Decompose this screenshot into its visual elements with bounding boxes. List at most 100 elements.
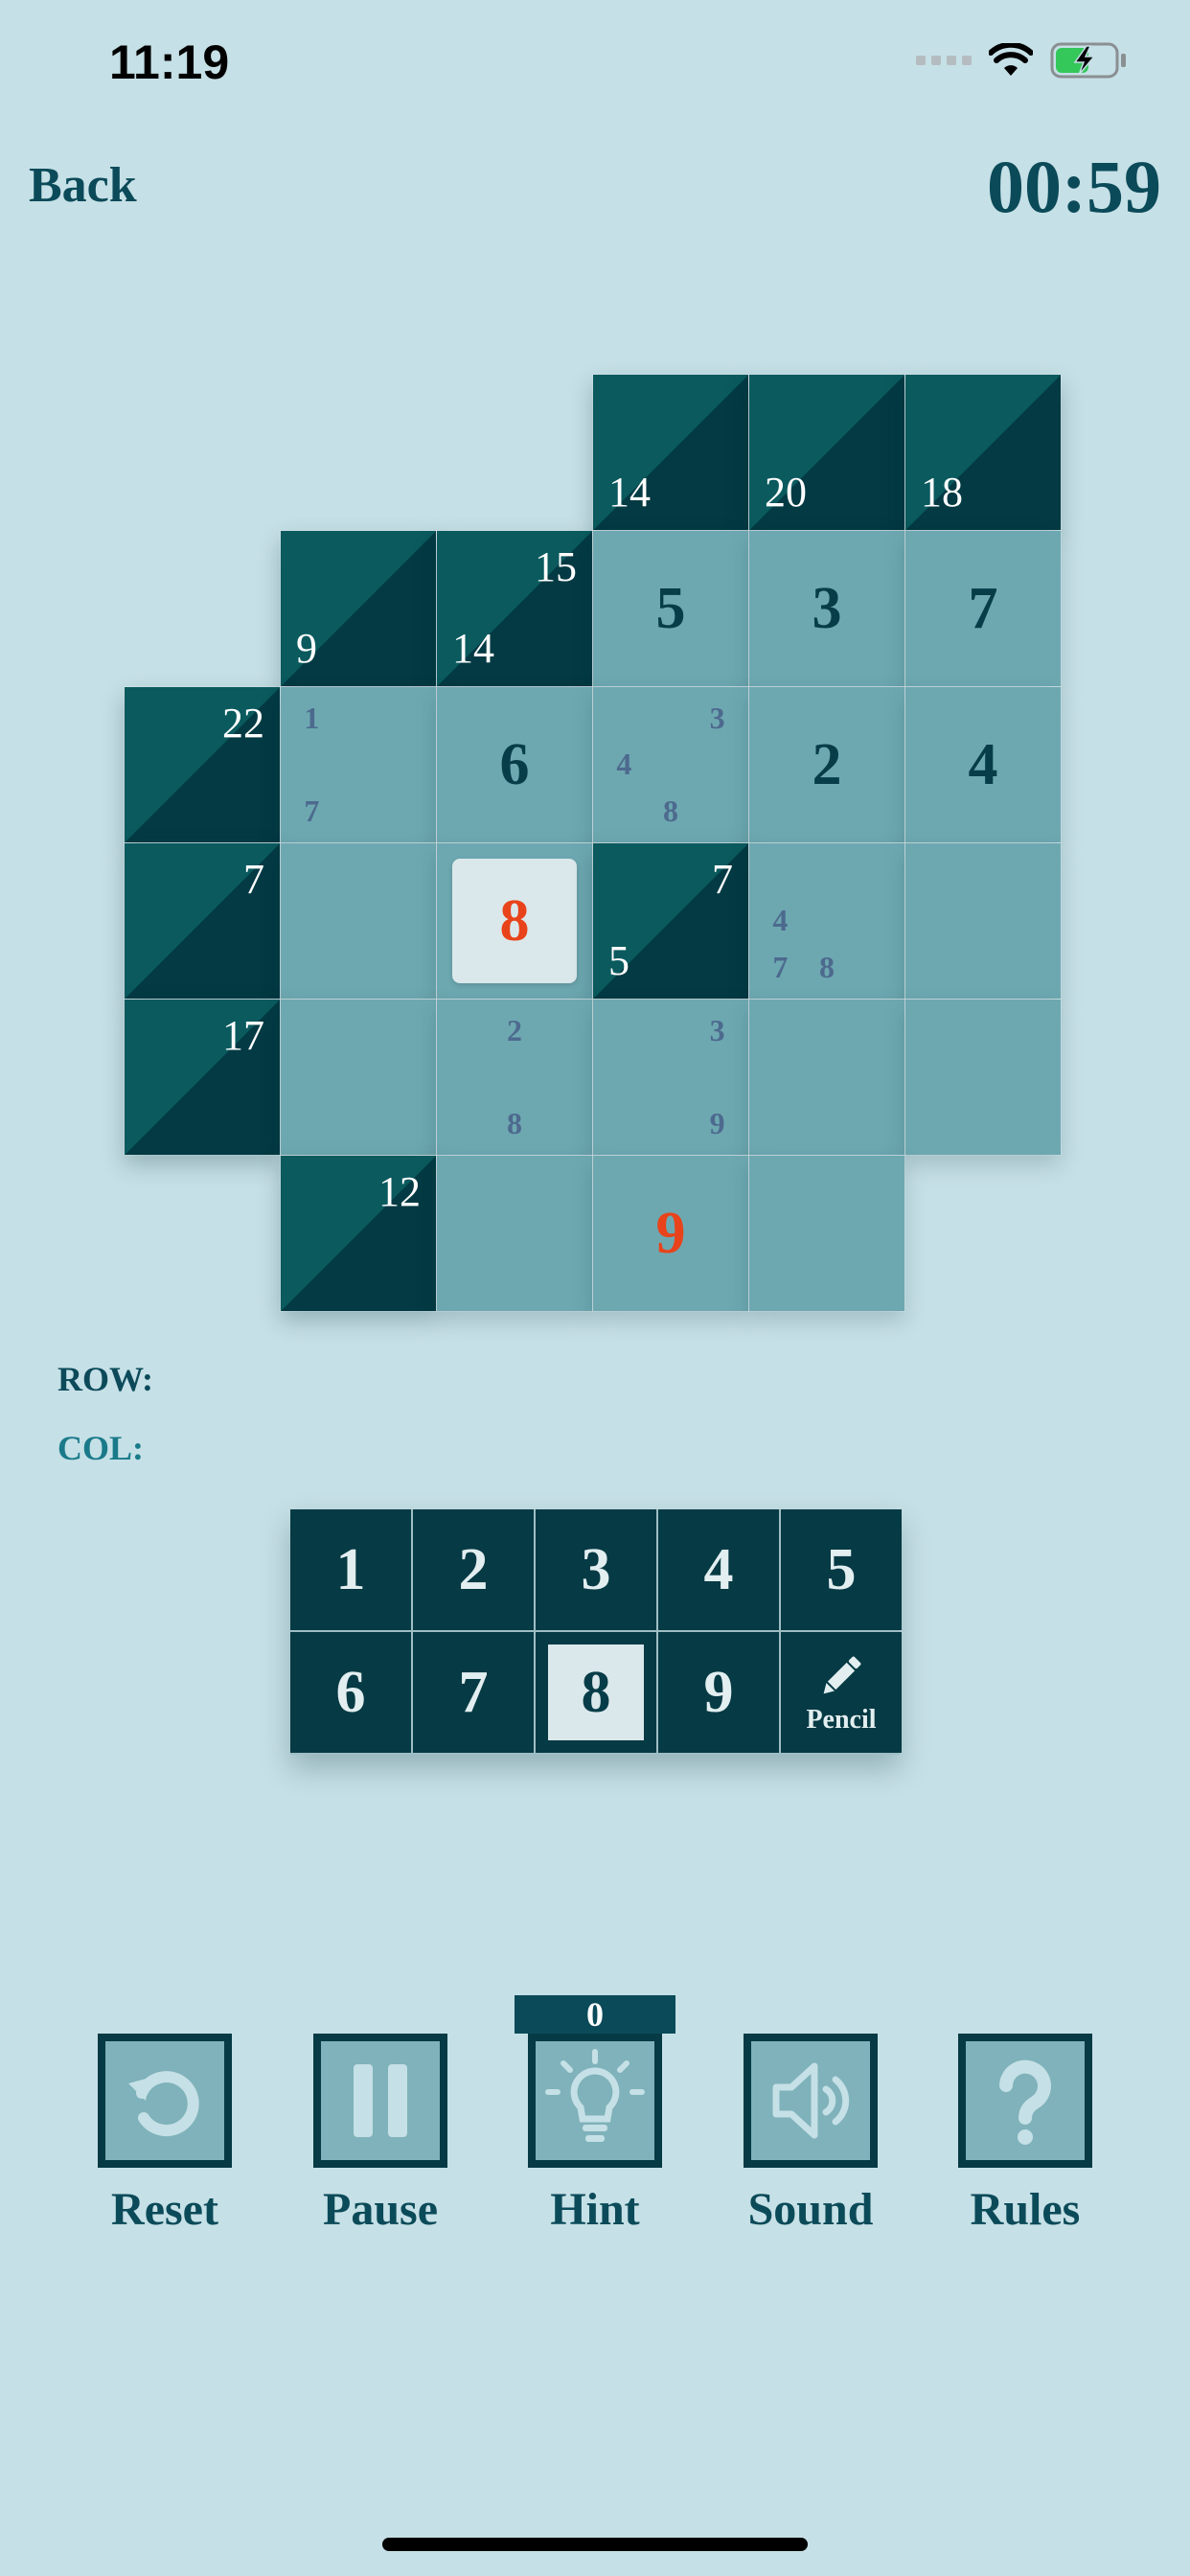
- entry-cell[interactable]: [436, 1155, 593, 1312]
- number-key-9[interactable]: 9: [658, 1632, 779, 1753]
- rules-button[interactable]: Rules: [958, 2034, 1092, 2236]
- number-key-label: 3: [581, 1536, 611, 1602]
- reset-label: Reset: [111, 2184, 218, 2235]
- entry-cell[interactable]: [280, 999, 437, 1156]
- pencil-note: [538, 1054, 584, 1101]
- kakuro-board: 14 20 18 9 15 14 5 3 7 22 1 7 6 3 4 8 2 4 7 8 7 5 4 7 8 17 2 8 3 9 12 9: [124, 374, 1067, 1312]
- pencil-note: [694, 742, 741, 789]
- cell-value: 6: [499, 731, 530, 797]
- pencil-note: [694, 788, 741, 835]
- cell-value: 9: [655, 1200, 686, 1266]
- sound-label: Sound: [747, 2184, 874, 2235]
- wifi-icon: [989, 43, 1033, 76]
- number-key-5[interactable]: 5: [781, 1509, 902, 1630]
- entry-cell[interactable]: 17: [280, 686, 437, 843]
- down-clue: 5: [608, 937, 629, 984]
- pencil-button[interactable]: Pencil: [781, 1632, 902, 1753]
- number-key-1[interactable]: 1: [290, 1509, 411, 1630]
- across-clue: 12: [378, 1168, 421, 1215]
- across-clue: 7: [243, 856, 264, 903]
- entry-cell[interactable]: 4: [904, 686, 1062, 843]
- entry-cell[interactable]: 4 78: [748, 842, 905, 1000]
- pencil-note: 3: [709, 700, 725, 735]
- pencil-note: 8: [506, 1106, 522, 1141]
- pencil-note: [335, 695, 382, 742]
- battery-charging-icon: [1050, 42, 1126, 79]
- pencil-note: 8: [662, 794, 678, 829]
- cell-value: 7: [968, 575, 998, 641]
- entry-cell[interactable]: 3 48: [592, 686, 749, 843]
- entry-cell[interactable]: [748, 1155, 905, 1312]
- pencil-note: 1: [304, 700, 320, 735]
- down-clue: 20: [765, 469, 807, 516]
- entry-cell[interactable]: 28: [436, 999, 593, 1156]
- entry-cell[interactable]: 5: [592, 530, 749, 687]
- rules-box: [958, 2034, 1092, 2168]
- across-clue: 22: [222, 700, 264, 747]
- pencil-note: [381, 788, 428, 835]
- entry-cell[interactable]: 39: [592, 999, 749, 1156]
- pencil-notes: 17: [288, 695, 428, 835]
- pencil-note: [288, 742, 335, 789]
- entry-cell[interactable]: [280, 842, 437, 1000]
- pencil-note: 4: [772, 903, 789, 938]
- pencil-note: [335, 742, 382, 789]
- pencil-note: [538, 1100, 584, 1147]
- clue-cell: 75: [592, 842, 749, 1000]
- down-clue: 14: [608, 469, 651, 516]
- pencil-notes: 39: [601, 1007, 741, 1147]
- entry-cell[interactable]: 9: [592, 1155, 749, 1312]
- number-key-6[interactable]: 6: [290, 1632, 411, 1753]
- number-key-8[interactable]: 8: [536, 1632, 656, 1753]
- number-key-2[interactable]: 2: [413, 1509, 534, 1630]
- number-key-label: 4: [703, 1536, 734, 1602]
- pencil-notes: 3 48: [601, 695, 741, 835]
- across-clue: 17: [222, 1012, 264, 1059]
- col-label: COL:: [57, 1429, 144, 1467]
- pencil-note: 9: [709, 1106, 725, 1141]
- sound-button[interactable]: Sound: [744, 2034, 878, 2236]
- entry-cell[interactable]: 3: [748, 530, 905, 687]
- back-button[interactable]: Back: [29, 157, 137, 214]
- pencil-note: 7: [772, 950, 789, 985]
- status-time: 11:19: [109, 35, 230, 89]
- number-key-label: 6: [335, 1659, 366, 1725]
- across-clue: 7: [712, 856, 733, 903]
- clue-cell: 7: [124, 842, 281, 1000]
- number-key-label: 9: [703, 1659, 734, 1725]
- number-pad: 1 2 3 4 5 6 7 8 9 Pencil: [290, 1509, 902, 1755]
- pencil-note: [601, 1100, 648, 1147]
- number-key-label: 5: [826, 1536, 857, 1602]
- pencil-note: [648, 1054, 695, 1101]
- entry-cell[interactable]: [748, 999, 905, 1156]
- entry-cell[interactable]: [904, 999, 1062, 1156]
- game-timer: 00:59: [987, 145, 1161, 228]
- pencil-note: [850, 851, 897, 898]
- number-key-7[interactable]: 7: [413, 1632, 534, 1753]
- number-key-label: 2: [458, 1536, 489, 1602]
- clue-cell: 17: [124, 999, 281, 1156]
- number-key-label: 8: [548, 1644, 644, 1740]
- home-indicator: [382, 2538, 808, 2551]
- across-clue: 15: [535, 543, 577, 590]
- pencil-note: [381, 695, 428, 742]
- pause-icon: [354, 2064, 407, 2137]
- row-label: ROW:: [57, 1360, 154, 1398]
- entry-cell[interactable]: [904, 842, 1062, 1000]
- pencil-note: 8: [818, 950, 835, 985]
- entry-cell[interactable]: 6: [436, 686, 593, 843]
- entry-cell[interactable]: 8: [436, 842, 593, 1000]
- hint-button[interactable]: Hint: [528, 2034, 662, 2236]
- entry-cell[interactable]: 2: [748, 686, 905, 843]
- entry-cell[interactable]: 7: [904, 530, 1062, 687]
- reset-button[interactable]: Reset: [98, 2034, 232, 2236]
- selected-cell-value: 8: [452, 859, 577, 983]
- number-key-3[interactable]: 3: [536, 1509, 656, 1630]
- clue-cell: 14: [592, 374, 749, 531]
- number-key-4[interactable]: 4: [658, 1509, 779, 1630]
- pause-button[interactable]: Pause: [313, 2034, 447, 2236]
- pause-box: [313, 2034, 447, 2168]
- clue-cell: 15 14: [436, 530, 593, 687]
- pencil-notes: 28: [445, 1007, 584, 1147]
- pencil-note: [601, 1054, 648, 1101]
